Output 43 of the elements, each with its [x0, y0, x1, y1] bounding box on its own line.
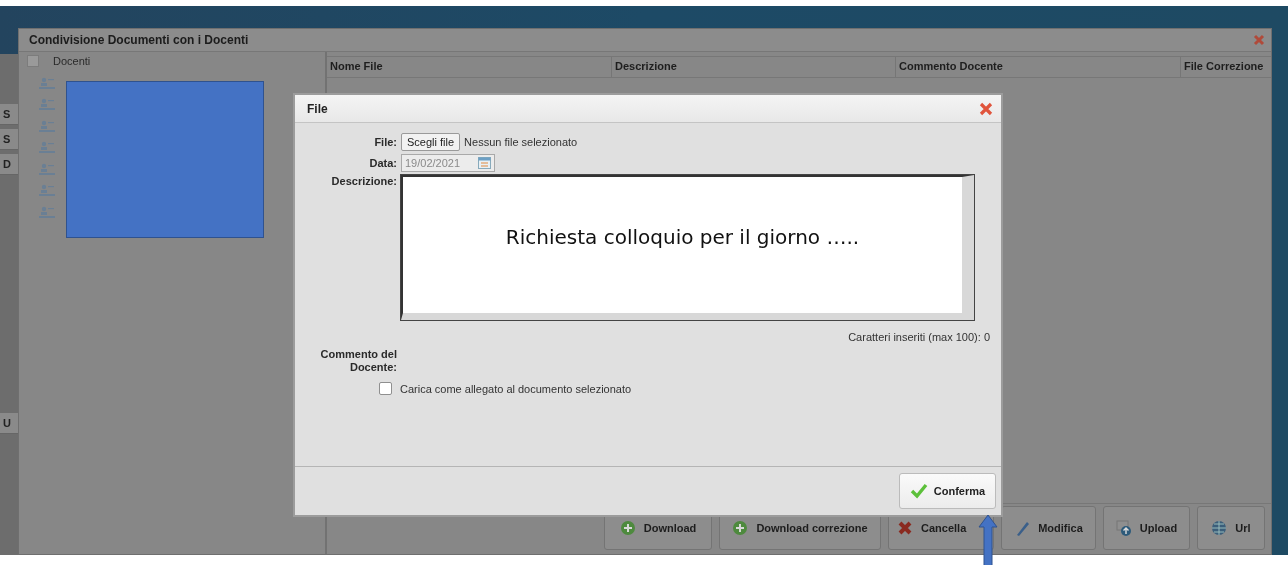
calendar-icon: [478, 157, 491, 169]
close-icon: [1253, 34, 1265, 46]
person-icon: [39, 141, 55, 156]
plus-circle-icon: [619, 519, 636, 537]
close-icon: [979, 101, 993, 116]
column-header[interactable]: Descrizione: [612, 57, 896, 77]
upload-icon: [1115, 519, 1132, 537]
column-header[interactable]: File Correzione: [1181, 57, 1271, 77]
pencil-icon: [1014, 519, 1031, 537]
checkbox[interactable]: [379, 382, 392, 395]
file-status: Nessun file selezionato: [464, 136, 578, 148]
person-icon: [39, 205, 55, 220]
date-field[interactable]: 19/02/2021: [401, 154, 495, 172]
window-title: Condivisione Documenti con i Docenti: [29, 33, 249, 47]
checkbox[interactable]: [27, 55, 39, 67]
plus-circle-icon: [732, 519, 749, 537]
toolbar-button[interactable]: Url: [1197, 506, 1265, 550]
person-icon: [39, 76, 55, 91]
choose-file-button[interactable]: Scegli file: [401, 133, 461, 151]
field-label: Commento del Docente:: [319, 348, 397, 374]
person-icon: [39, 184, 55, 199]
close-button[interactable]: [979, 101, 993, 116]
arrow: [978, 515, 998, 565]
field-label: Descrizione:: [330, 175, 397, 187]
column-header: Docenti: [53, 55, 91, 67]
field-label: File:: [373, 136, 397, 148]
field-label: Data:: [368, 157, 397, 169]
check-icon: [909, 483, 928, 499]
person-icon: [39, 98, 55, 113]
column-header[interactable]: Nome File: [327, 57, 612, 77]
description-field[interactable]: Richiesta colloquio per il giorno …..: [401, 175, 974, 320]
character-counter: Caratteri inseriti (max 100): 0: [847, 331, 990, 343]
person-icon: [39, 162, 55, 177]
column-header[interactable]: Commento Docente: [896, 57, 1181, 77]
toolbar-button[interactable]: Upload: [1103, 506, 1190, 550]
toolbar-button[interactable]: Modifica: [1001, 506, 1096, 550]
globe-icon: [1211, 519, 1228, 537]
checkbox-label: Carica come allegato al documento selezionato: [400, 382, 632, 395]
dialog-title: File: [307, 101, 328, 116]
person-icon: [39, 119, 55, 134]
confirm-button[interactable]: Conferma: [899, 473, 996, 509]
close-icon: [897, 519, 913, 537]
close-button[interactable]: [1253, 34, 1265, 46]
